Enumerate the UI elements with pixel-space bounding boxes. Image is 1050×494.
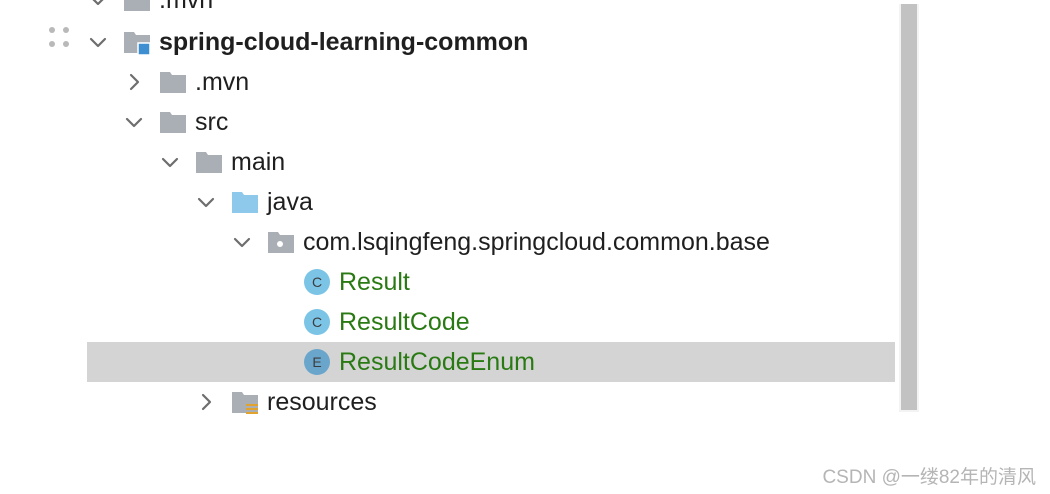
tree-row-module[interactable]: spring-cloud-learning-common: [0, 22, 895, 62]
chevron-down-icon[interactable]: [231, 231, 253, 253]
class-badge-letter: C: [312, 274, 322, 290]
tree-item-label: src: [195, 108, 229, 136]
folder-icon: [123, 0, 151, 14]
resources-folder-icon: [231, 388, 259, 416]
folder-icon: [159, 68, 187, 96]
tree-item-label: .mvn: [195, 68, 250, 96]
source-folder-icon: [231, 188, 259, 216]
class-badge-letter: C: [312, 314, 322, 330]
enum-badge-letter: E: [312, 354, 321, 370]
tree-item-label: ResultCodeEnum: [339, 348, 535, 376]
package-icon: [267, 228, 295, 256]
watermark: CSDN @一缕82年的清风: [822, 467, 1036, 488]
tree-item-label: resources: [267, 388, 377, 416]
tree-row-src[interactable]: src: [0, 102, 895, 142]
chevron-down-icon[interactable]: [123, 111, 145, 133]
module-folder-icon: [123, 28, 151, 56]
tree-row-result[interactable]: C Result: [0, 262, 895, 302]
tree-item-label: main: [231, 148, 286, 176]
chevron-down-icon[interactable]: [159, 151, 181, 173]
chevron-down-icon[interactable]: [87, 31, 109, 53]
enum-icon: E: [303, 348, 331, 376]
tree-row-package[interactable]: com.lsqingfeng.springcloud.common.base: [0, 222, 895, 262]
tree-item-label: java: [267, 188, 313, 216]
class-icon: C: [303, 268, 331, 296]
tree-item-label: Result: [339, 268, 410, 296]
tree-row-mvn-top[interactable]: .mvn: [0, 0, 895, 20]
tree-item-label: com.lsqingfeng.springcloud.common.base: [303, 228, 770, 256]
tree-row-resultcodeenum[interactable]: E ResultCodeEnum: [87, 342, 895, 382]
folder-icon: [195, 148, 223, 176]
folder-icon: [159, 108, 187, 136]
chevron-right-icon[interactable]: [195, 391, 217, 413]
chevron-down-icon[interactable]: [195, 191, 217, 213]
chevron-down-icon[interactable]: [87, 0, 109, 11]
tree-item-label: spring-cloud-learning-common: [159, 28, 529, 56]
scrollbar-thumb[interactable]: [901, 4, 917, 410]
project-tree: .mvn spring-cloud-learning-common .mvn s…: [0, 0, 900, 420]
tree-row-mvn[interactable]: .mvn: [0, 62, 895, 102]
tree-item-label: .mvn: [159, 0, 214, 14]
class-icon: C: [303, 308, 331, 336]
tree-row-resultcode[interactable]: C ResultCode: [0, 302, 895, 342]
tree-row-main[interactable]: main: [0, 142, 895, 182]
tree-item-label: ResultCode: [339, 308, 470, 336]
tree-row-java[interactable]: java: [0, 182, 895, 222]
tree-row-resources[interactable]: resources: [0, 382, 895, 420]
chevron-right-icon[interactable]: [123, 71, 145, 93]
